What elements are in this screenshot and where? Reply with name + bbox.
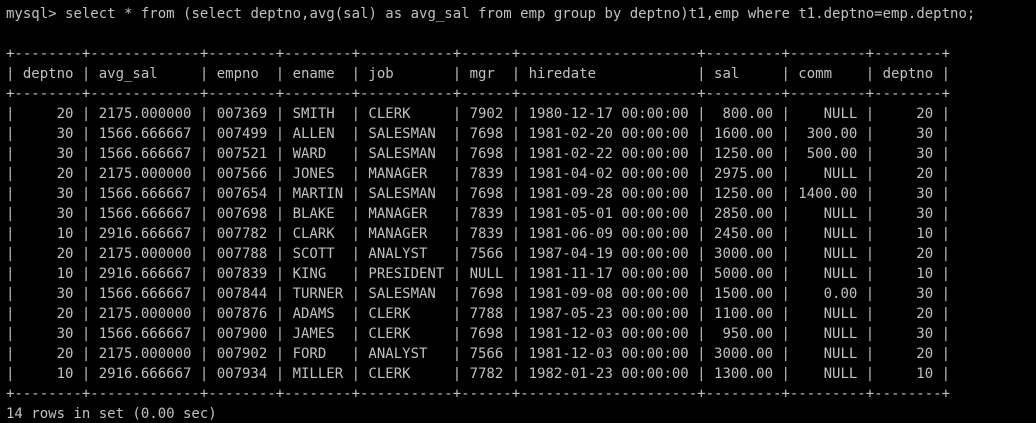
table-row: | 10 | 2916.666667 | 007934 | MILLER | C… <box>6 366 951 382</box>
table-row: | 30 | 1566.666667 | 007900 | JAMES | CL… <box>6 326 951 342</box>
table-row: | 30 | 1566.666667 | 007844 | TURNER | S… <box>6 286 951 302</box>
table-row: | 20 | 2175.000000 | 007566 | JONES | MA… <box>6 166 951 182</box>
table-row: | 30 | 1566.666667 | 007499 | ALLEN | SA… <box>6 126 951 142</box>
result-table-body: | 20 | 2175.000000 | 007369 | SMITH | CL… <box>6 104 950 384</box>
table-row: | 30 | 1566.666667 | 007698 | BLAKE | MA… <box>6 206 951 222</box>
result-summary: 14 rows in set (0.00 sec) <box>6 406 217 422</box>
table-border-header: +--------+-------------+--------+-------… <box>6 86 951 102</box>
sql-command: select * from (select deptno,avg(sal) as… <box>65 6 976 22</box>
mysql-prompt: mysql> <box>6 6 66 22</box>
table-row: | 20 | 2175.000000 | 007876 | ADAMS | CL… <box>6 306 951 322</box>
table-row: | 20 | 2175.000000 | 007788 | SCOTT | AN… <box>6 246 951 262</box>
table-row: | 10 | 2916.666667 | 007839 | KING | PRE… <box>6 266 951 282</box>
table-row: | 30 | 1566.666667 | 007654 | MARTIN | S… <box>6 186 951 202</box>
table-border-bottom: +--------+-------------+--------+-------… <box>6 386 951 402</box>
table-row: | 30 | 1566.666667 | 007521 | WARD | SAL… <box>6 146 951 162</box>
command-line[interactable]: mysql> select * from (select deptno,avg(… <box>6 4 975 24</box>
table-border-top: +--------+-------------+--------+-------… <box>6 46 951 62</box>
table-row: | 10 | 2916.666667 | 007782 | CLARK | MA… <box>6 226 951 242</box>
table-header: | deptno | avg_sal | empno | ename | job… <box>6 66 951 82</box>
terminal-window[interactable]: mysql> select * from (select deptno,avg(… <box>0 0 1036 423</box>
table-row: | 20 | 2175.000000 | 007369 | SMITH | CL… <box>6 106 951 122</box>
table-row: | 20 | 2175.000000 | 007902 | FORD | ANA… <box>6 346 951 362</box>
